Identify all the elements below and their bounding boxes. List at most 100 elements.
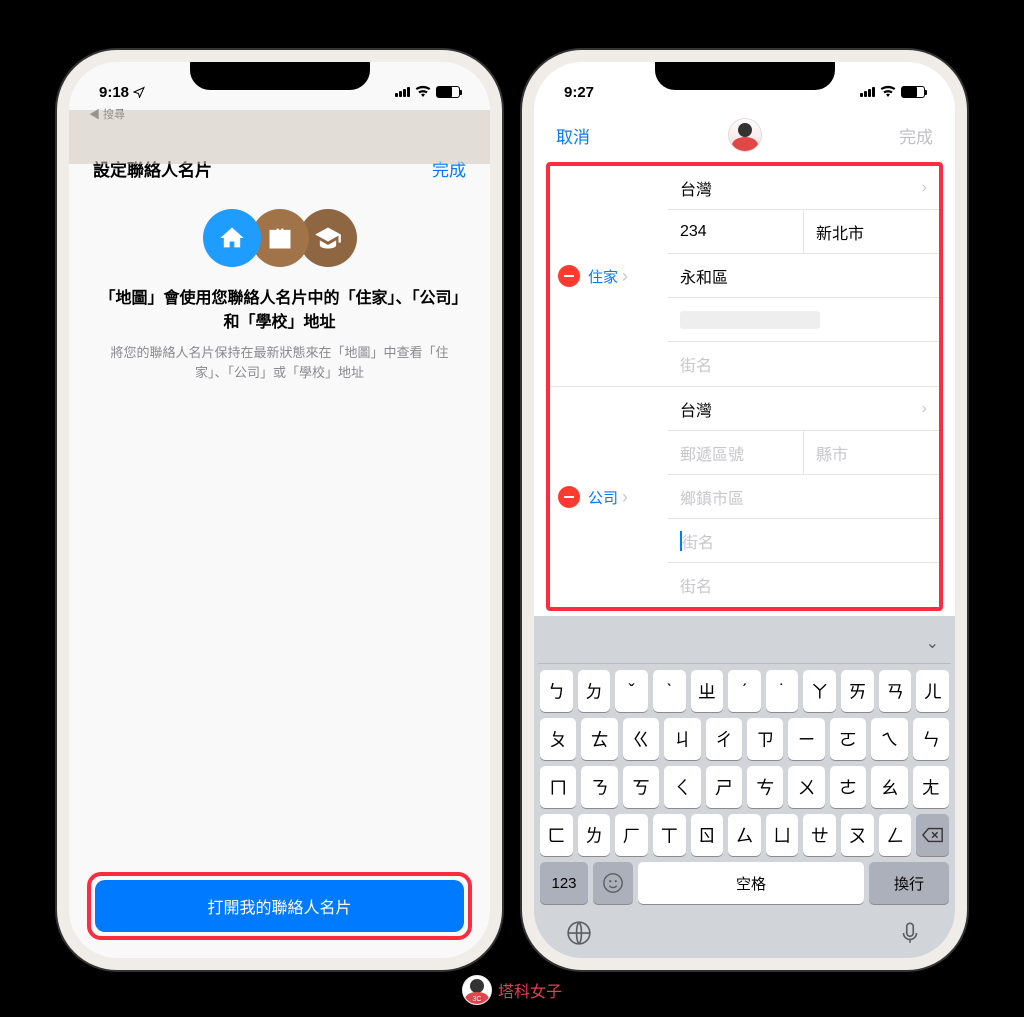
globe-icon[interactable] xyxy=(566,920,592,946)
country-field[interactable]: 台灣 xyxy=(668,387,922,430)
icons-row xyxy=(69,209,490,267)
key-123[interactable]: 123 xyxy=(540,862,588,904)
key-ㄥ[interactable]: ㄥ xyxy=(879,814,912,856)
key-ㄩ[interactable]: ㄩ xyxy=(766,814,799,856)
delete-work-button[interactable] xyxy=(558,486,580,508)
done-button[interactable]: 完成 xyxy=(899,123,933,148)
location-icon xyxy=(133,86,145,98)
street-field-2[interactable]: 街名 xyxy=(668,342,939,386)
key-ㄖ[interactable]: ㄖ xyxy=(691,814,724,856)
chevron-down-icon[interactable]: ⌄ xyxy=(926,633,939,653)
home-label-col[interactable]: 住家 › xyxy=(550,166,668,386)
key-ㄅ[interactable]: ㄅ xyxy=(540,670,573,712)
notch xyxy=(655,62,835,90)
mic-icon[interactable] xyxy=(897,920,923,946)
district-field[interactable]: 永和區 xyxy=(668,254,939,297)
chevron-right-icon: › xyxy=(922,400,939,418)
key-ㄤ[interactable]: ㄤ xyxy=(913,766,949,808)
nav-bar: 取消 完成 xyxy=(534,110,955,162)
city-field[interactable]: 新北市 xyxy=(804,210,939,253)
phone-right: 9:27 取消 完成 住家 › xyxy=(522,50,967,970)
key-ㄇ[interactable]: ㄇ xyxy=(540,766,576,808)
chevron-right-icon: › xyxy=(622,266,628,287)
key-ㄚ[interactable]: ㄚ xyxy=(803,670,836,712)
key-ㄛ[interactable]: ㄛ xyxy=(830,718,866,760)
key-˙[interactable]: ˙ xyxy=(766,670,799,712)
status-time: 9:27 xyxy=(564,84,594,101)
key-emoji[interactable] xyxy=(593,862,633,904)
chevron-right-icon: › xyxy=(622,487,628,508)
heading-text: 「地圖」會使用您聯絡人名片中的「住家」、「公司」和「學校」地址 xyxy=(69,267,490,343)
key-ㄦ[interactable]: ㄦ xyxy=(916,670,949,712)
key-ㄆ[interactable]: ㄆ xyxy=(540,718,576,760)
dimmed-background xyxy=(69,110,490,164)
key-ㄕ[interactable]: ㄕ xyxy=(706,766,742,808)
key-ㄓ[interactable]: ㄓ xyxy=(691,670,724,712)
phone-left: 9:18 ◀ 搜尋 設定聯絡人名片 完成 xyxy=(57,50,502,970)
highlight-form-box: 住家 › 台灣 › 234 新北市 永和區 xyxy=(546,162,943,611)
work-label: 公司 xyxy=(588,487,618,508)
signal-icon xyxy=(860,87,875,97)
highlight-box: 打開我的聯絡人名片 xyxy=(87,872,472,940)
key-ㄟ[interactable]: ㄟ xyxy=(871,718,907,760)
notch xyxy=(190,62,370,90)
key-ㄡ[interactable]: ㄡ xyxy=(841,814,874,856)
key-ㄈ[interactable]: ㄈ xyxy=(540,814,573,856)
status-time: 9:18 xyxy=(99,84,129,101)
zip-field[interactable]: 郵遞區號 xyxy=(668,431,804,474)
sub-text: 將您的聯絡人名片保持在最新狀態來在「地圖」中查看「住家」、「公司」或「學校」地址 xyxy=(69,343,490,382)
delete-home-button[interactable] xyxy=(558,265,580,287)
key-ㄊ[interactable]: ㄊ xyxy=(581,718,617,760)
country-row[interactable]: 台灣 › xyxy=(668,387,939,431)
cancel-button[interactable]: 取消 xyxy=(556,123,590,148)
key-ㄙ[interactable]: ㄙ xyxy=(728,814,761,856)
key-ㄎ[interactable]: ㄎ xyxy=(623,766,659,808)
wifi-icon xyxy=(880,84,896,101)
watermark-avatar: 3C xyxy=(462,975,492,1005)
work-label-col[interactable]: 公司 › xyxy=(550,387,668,607)
country-field[interactable]: 台灣 xyxy=(668,166,922,209)
key-ˋ[interactable]: ˋ xyxy=(653,670,686,712)
key-ㄋ[interactable]: ㄋ xyxy=(581,766,617,808)
key-ㄏ[interactable]: ㄏ xyxy=(615,814,648,856)
battery-icon xyxy=(436,86,460,98)
wifi-icon xyxy=(415,84,431,101)
key-space[interactable]: 空格 xyxy=(638,862,864,904)
watermark-text: 塔科女子 xyxy=(498,978,562,1002)
chevron-right-icon: › xyxy=(922,179,939,197)
key-ㄗ[interactable]: ㄗ xyxy=(747,718,783,760)
key-ㄌ[interactable]: ㄌ xyxy=(578,814,611,856)
candidate-bar[interactable]: ⌄ xyxy=(538,622,951,664)
open-contact-card-button[interactable]: 打開我的聯絡人名片 xyxy=(95,880,464,932)
watermark: 3C 塔科女子 xyxy=(462,975,562,1005)
key-ㄘ[interactable]: ㄘ xyxy=(747,766,783,808)
key-ㄣ[interactable]: ㄣ xyxy=(913,718,949,760)
key-ˊ[interactable]: ˊ xyxy=(728,670,761,712)
key-ㄉ[interactable]: ㄉ xyxy=(578,670,611,712)
key-ㄔ[interactable]: ㄔ xyxy=(706,718,742,760)
key-ㄨ[interactable]: ㄨ xyxy=(788,766,824,808)
street-field[interactable] xyxy=(668,298,939,341)
home-icon xyxy=(203,209,261,267)
country-row[interactable]: 台灣 › xyxy=(668,166,939,210)
avatar[interactable] xyxy=(728,118,762,152)
key-ㄍ[interactable]: ㄍ xyxy=(623,718,659,760)
battery-icon xyxy=(901,86,925,98)
zip-field[interactable]: 234 xyxy=(668,210,804,253)
district-field[interactable]: 鄉鎮市區 xyxy=(668,475,939,518)
key-ㄑ[interactable]: ㄑ xyxy=(664,766,700,808)
key-return[interactable]: 換行 xyxy=(869,862,949,904)
key-ㄠ[interactable]: ㄠ xyxy=(871,766,907,808)
key-ㄒ[interactable]: ㄒ xyxy=(653,814,686,856)
city-field[interactable]: 縣市 xyxy=(804,431,939,474)
key-ㄞ[interactable]: ㄞ xyxy=(841,670,874,712)
street-field-2[interactable]: 街名 xyxy=(668,563,939,607)
key-ˇ[interactable]: ˇ xyxy=(615,670,648,712)
street-field-active[interactable]: 街名 xyxy=(668,519,939,562)
key-delete[interactable] xyxy=(916,814,949,856)
key-ㄢ[interactable]: ㄢ xyxy=(879,670,912,712)
key-ㄜ[interactable]: ㄜ xyxy=(830,766,866,808)
key-ㄝ[interactable]: ㄝ xyxy=(803,814,836,856)
key-ㄐ[interactable]: ㄐ xyxy=(664,718,700,760)
key-ㄧ[interactable]: ㄧ xyxy=(788,718,824,760)
